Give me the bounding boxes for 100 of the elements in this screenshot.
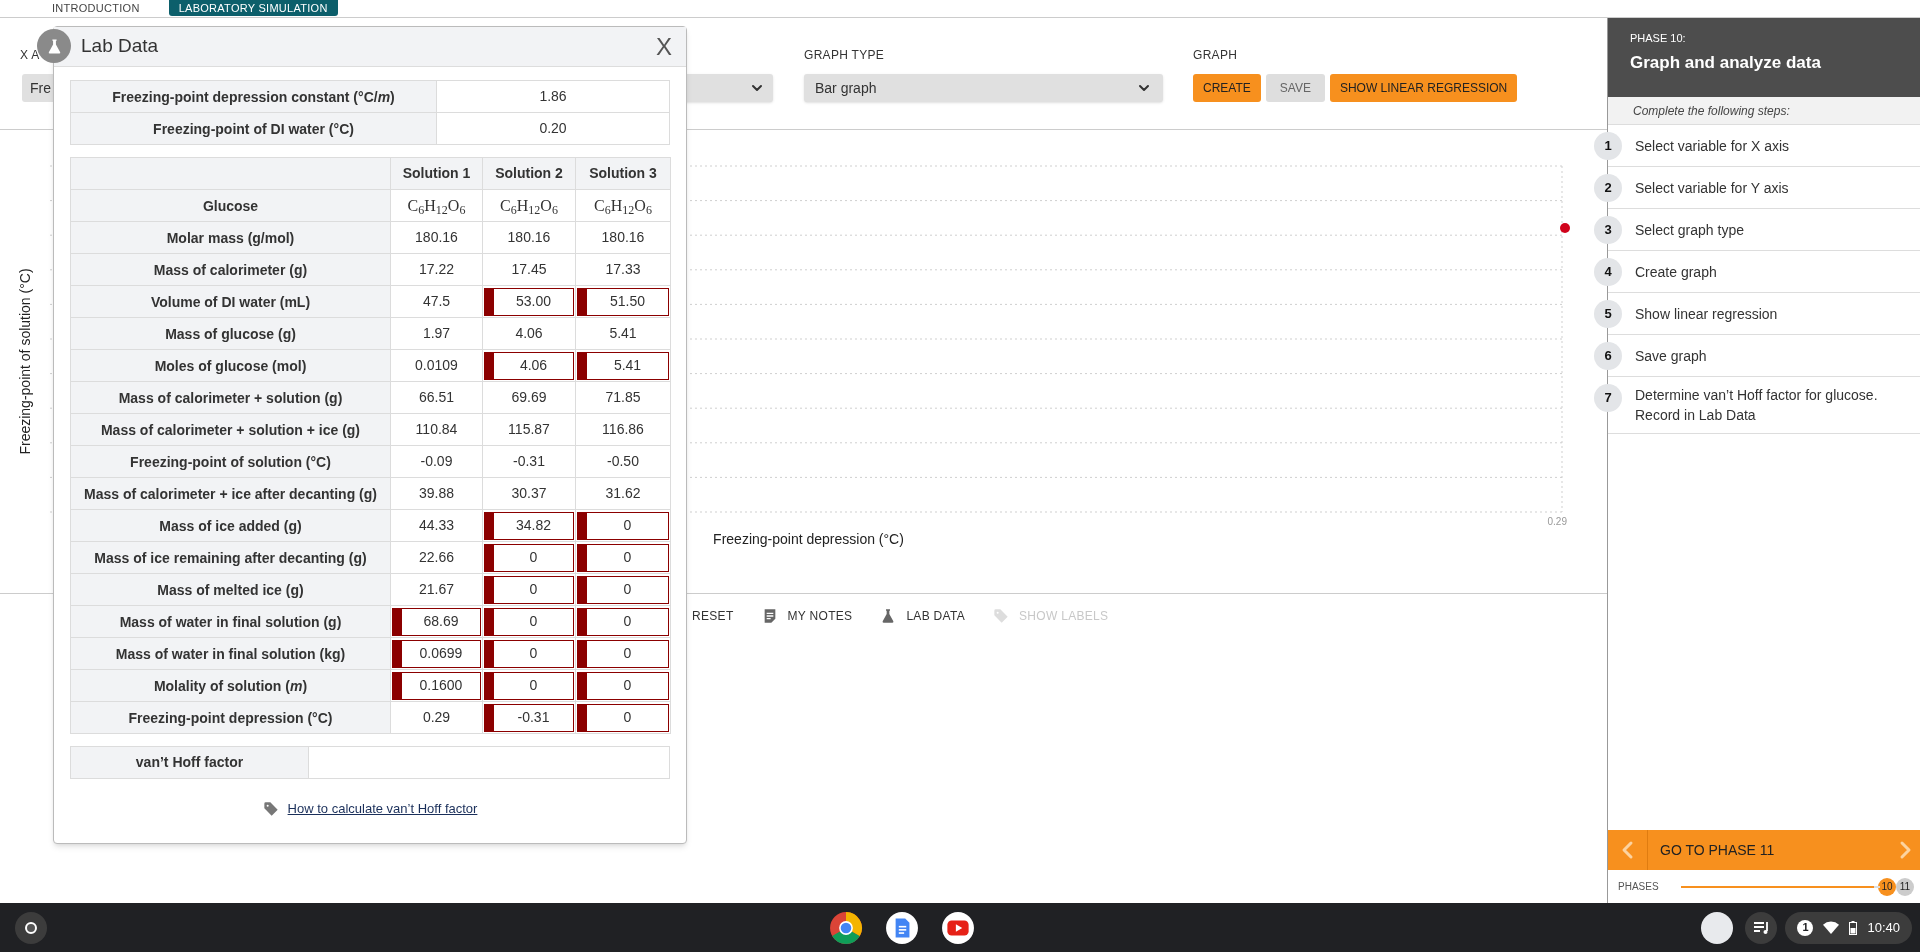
phases-label: PHASES [1618,880,1660,894]
step-text: Save graph [1635,346,1707,366]
value-field[interactable]: -0.31 [484,703,574,732]
table-cell: 4.06 [482,317,576,350]
value-field[interactable]: 68.69 [392,607,481,636]
table-cell: 116.86 [575,413,671,446]
top-tab[interactable]: LABORATORY SIMULATION [168,0,338,16]
value-field[interactable]: 53.00 [484,287,574,316]
row-label: Mass of calorimeter (g) [153,261,308,278]
next-phase-button[interactable]: GO TO PHASE 11 [1608,830,1920,870]
table-cell: -0.50 [575,445,671,478]
launcher-icon[interactable] [15,911,47,944]
document-icon[interactable] [884,910,919,945]
value-field[interactable]: 0 [577,511,669,540]
table-cell: -0.09 [390,445,483,478]
value-field[interactable]: 4.06 [484,351,574,380]
notification-badge: 1 [1797,919,1814,936]
value-field[interactable]: 51.50 [577,287,669,316]
toolbar-button[interactable]: MY NOTES [761,607,853,625]
row-label: Freezing-point of DI water (°C) [153,120,354,137]
table-cell: 47.5 [390,285,483,318]
step-number: 6 [1594,342,1622,370]
table-cell: C$_{6}$H$_{12}$O$_{6}$ [482,189,576,222]
browser-icon[interactable] [828,910,863,945]
row-label: Molar mass (g/mol) [166,229,295,246]
value-field[interactable]: 5.41 [577,351,669,380]
value-field[interactable]: 0.1600 [392,671,481,700]
video-play-icon[interactable] [940,910,975,945]
row-label: Mass of calorimeter + solution + ice (g) [100,421,361,438]
help-link[interactable]: How to calculate van’t Hoff factor [287,799,478,819]
value-field[interactable]: 34.82 [484,511,574,540]
table-cell: 17.45 [482,253,576,286]
column-header: Solution 2 [482,157,576,190]
avatar-icon[interactable] [1701,911,1734,944]
row-label: Moles of glucose (mol) [154,357,307,374]
row-label: Freezing-point depression (°C) [128,709,333,726]
toolbar-button[interactable]: RESET [692,607,734,625]
table-cell: 31.62 [575,477,671,510]
step-text: Select graph type [1635,220,1744,240]
y-axis-label: Freezing-point of solution (°C) [15,268,34,455]
value-field[interactable]: 0 [484,543,574,572]
row-label: Volume of DI water (mL) [150,293,311,310]
table-cell: 1.86 [436,80,670,113]
table-cell: 44.33 [390,509,483,542]
phase-slider-thumb[interactable]: 10 [1878,877,1896,896]
graph-type-select[interactable]: Bar graph [804,74,1163,102]
instructions: Complete the following steps: [1633,102,1790,120]
step-number: 3 [1594,216,1622,244]
value-field[interactable]: 0 [577,703,669,732]
row-label: van’t Hoff factor [70,746,309,779]
value-field[interactable]: 0.0699 [392,639,481,668]
toolbar-button[interactable]: LAB DATA [880,607,965,625]
phase-number: PHASE 10: [1630,31,1687,46]
graph-button[interactable]: SHOW LINEAR REGRESSION [1329,74,1518,102]
close-button[interactable]: X [656,34,672,59]
row-label: Freezing-point depression constant (°C/m) [112,88,395,105]
row-label: Mass of calorimeter + solution (g) [118,389,343,406]
x-axis-label: Freezing-point depression (°C) [713,530,904,549]
dialog-title: Lab Data [81,34,159,59]
tag-icon [993,608,1009,624]
clock: 10:40 [1867,918,1900,937]
table-cell: 22.66 [390,541,483,574]
graph-type-label: GRAPH TYPE [804,47,886,64]
table-cell: -0.31 [482,445,576,478]
value-field[interactable]: 0 [577,575,669,604]
value-field[interactable]: 0 [484,575,574,604]
row-label: Mass of water in final solution (kg) [115,645,346,662]
wifi-icon [1823,920,1840,935]
value-field[interactable]: 0 [577,639,669,668]
table-cell: 71.85 [575,381,671,414]
value-field[interactable]: 0 [577,671,669,700]
row-label: Freezing-point of solution (°C) [130,453,331,470]
row-label: Molality of solution (m) [153,677,308,694]
tag-icon [262,800,279,817]
step-text: Select variable for Y axis [1635,178,1789,198]
graph-label: GRAPH [1193,47,1239,64]
row-label: Glucose [202,197,259,214]
phase-title: Graph and analyze data [1630,51,1822,74]
graph-button[interactable]: CREATE [1193,74,1261,102]
table-cell: 69.69 [482,381,576,414]
battery-icon [1849,920,1858,935]
table-cell: 30.37 [482,477,576,510]
status-area[interactable]: 1 10:40 [1785,911,1912,944]
top-tab[interactable]: INTRODUCTION [42,0,150,16]
step-text: Show linear regression [1635,304,1778,324]
x-tick-label: 0.29 [1547,515,1567,529]
table-cell: 0.29 [390,701,483,734]
graph-button[interactable]: SAVE [1265,74,1325,102]
step-number: 1 [1594,132,1622,160]
value-field[interactable]: 0 [484,607,574,636]
table-cell: 0.20 [436,112,670,145]
playlist-icon[interactable] [1745,911,1778,944]
value-field[interactable]: 0 [484,639,574,668]
value-field[interactable]: 0 [577,543,669,572]
value-field[interactable]: 0 [577,607,669,636]
value-field[interactable]: 0 [484,671,574,700]
step-text: Select variable for X axis [1635,136,1790,156]
table-cell: 0.0109 [390,349,483,382]
table-cell: 1.97 [390,317,483,350]
table-cell: 180.16 [390,221,483,254]
